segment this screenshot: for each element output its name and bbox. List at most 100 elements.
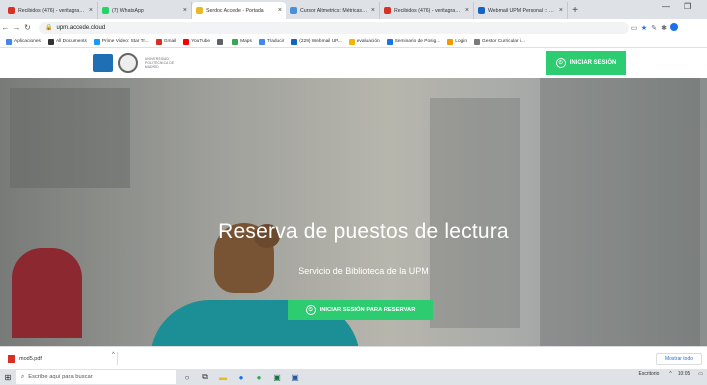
- bookmark-label: Maps: [240, 39, 252, 44]
- bookmark-item[interactable]: Gmail: [155, 38, 177, 45]
- forward-icon[interactable]: →: [11, 23, 22, 32]
- bookmark-label: Gestor Curricular i...: [482, 39, 525, 44]
- bookmark-label: evaluación: [356, 39, 380, 44]
- bookmark-label: Login: [455, 39, 468, 44]
- bookmark-item[interactable]: [217, 38, 225, 45]
- extension-icon[interactable]: ✎: [649, 24, 659, 32]
- clock-text[interactable]: 10:05: [678, 371, 691, 377]
- close-tab-icon[interactable]: ×: [183, 7, 187, 14]
- bookmark-icon: [217, 38, 224, 45]
- bookmark-item[interactable]: Traducir: [258, 38, 285, 45]
- bookmark-item[interactable]: Maps: [232, 38, 252, 45]
- bookmark-icon: [474, 38, 481, 45]
- university-name: UNIVERSIDAD POLITÉCNICA DE MADRID: [145, 57, 175, 69]
- bookmark-item[interactable]: Seminario de Posig...: [386, 38, 440, 45]
- chrome-icon[interactable]: ●: [252, 371, 266, 383]
- windows-start-icon[interactable]: ⊞: [0, 373, 16, 382]
- tab-favicon-icon: [8, 7, 15, 14]
- bookmark-label: YouTube: [191, 39, 211, 44]
- tab-favicon-icon: [196, 7, 203, 14]
- tab-title: Cursor Altmetrics: Métricas c...: [300, 7, 368, 14]
- bookmark-label: Aplicaciones: [14, 39, 41, 44]
- excel-icon[interactable]: ▣: [270, 371, 284, 383]
- star-icon[interactable]: ★: [639, 24, 649, 32]
- accede-logo[interactable]: [93, 54, 113, 72]
- bookmark-item[interactable]: All Documents: [47, 38, 87, 45]
- search-icon: ⌕: [21, 373, 25, 380]
- close-tab-icon[interactable]: ×: [559, 7, 563, 14]
- hero-banner: Reserva de puestos de lectura Servicio d…: [0, 78, 707, 346]
- tab-title: (7) WhatsApp: [112, 7, 144, 14]
- bookmark-item[interactable]: Gestor Curricular i...: [474, 38, 525, 45]
- new-tab-button[interactable]: +: [568, 2, 582, 19]
- download-file-name: mod5.pdf: [19, 355, 42, 362]
- download-item[interactable]: mod5.pdf ^: [8, 352, 118, 365]
- profile-icon[interactable]: [669, 22, 679, 33]
- browser-tab[interactable]: Recibidos (476) - veritagran... ×: [380, 2, 474, 19]
- reserve-login-button[interactable]: ⏻ INICIAR SESIÓN PARA RESERVAR: [288, 300, 433, 320]
- browser-tab[interactable]: (7) WhatsApp ×: [98, 2, 192, 19]
- bookmark-icon: [155, 38, 162, 45]
- bookmark-item[interactable]: Aplicaciones: [6, 38, 41, 45]
- hero-title: Reserva de puestos de lectura: [218, 220, 509, 243]
- cortana-icon[interactable]: ○: [180, 371, 194, 383]
- login-button[interactable]: ⏻ INICIAR SESIÓN: [546, 51, 626, 75]
- browser-tab[interactable]: Serdoc Accede - Portada ×: [192, 2, 286, 19]
- edge-icon[interactable]: ●: [234, 371, 248, 383]
- system-tray: Escritorio ^ 10:05 ▭: [639, 371, 703, 377]
- chevron-up-icon[interactable]: ^: [112, 352, 115, 358]
- windows-taskbar: ⊞ ⌕ Escribe aquí para buscar ○ ⧉ ▬ ● ● ▣…: [0, 369, 707, 385]
- bookmark-icon: [6, 38, 12, 45]
- bookmark-item[interactable]: YouTube: [183, 38, 211, 45]
- file-explorer-icon[interactable]: ▬: [216, 371, 230, 383]
- bookmark-label: Traducir: [266, 39, 285, 44]
- bookmark-item[interactable]: (229) Webmail UP...: [291, 38, 342, 45]
- bookmarks-bar: Aplicaciones All Documents Prime Video: St…: [0, 36, 707, 48]
- close-tab-icon[interactable]: ×: [278, 7, 282, 14]
- login-icon: ⏻: [555, 58, 566, 68]
- close-tab-icon[interactable]: ×: [89, 7, 93, 14]
- browser-tab[interactable]: Cursor Altmetrics: Métricas c... ×: [286, 2, 380, 19]
- tab-favicon-icon: [102, 7, 109, 14]
- tab-favicon-icon: [290, 7, 297, 14]
- bookmark-icon: [447, 38, 454, 45]
- reserve-button-label: INICIAR SESIÓN PARA RESERVAR: [319, 307, 416, 313]
- show-all-button[interactable]: Mostrar todo: [656, 353, 702, 365]
- url-text: upm.accede.cloud: [56, 24, 106, 31]
- bookmark-icon: [291, 38, 298, 45]
- bookmark-item[interactable]: Prime Video: Star Tr...: [93, 38, 149, 45]
- bookmark-icon: [47, 38, 54, 45]
- puzzle-icon[interactable]: ✱: [659, 24, 669, 32]
- minimize-icon[interactable]: —: [662, 2, 670, 11]
- tab-title: Webmail UPM Personal :: Re...: [488, 7, 556, 14]
- tray-chevron-icon[interactable]: ^: [669, 371, 671, 377]
- bookmark-item[interactable]: Login: [447, 38, 468, 45]
- bookmark-icon: [93, 38, 100, 45]
- browser-tab[interactable]: Recibidos (476) - veritagran... ×: [4, 2, 98, 19]
- cast-icon[interactable]: ▭: [629, 24, 639, 32]
- close-tab-icon[interactable]: ×: [371, 7, 375, 14]
- reload-icon[interactable]: ↻: [22, 23, 33, 32]
- address-bar-row: ← → ↻ 🔒 upm.accede.cloud ▭ ★ ✎ ✱: [0, 19, 707, 36]
- bookmark-item[interactable]: evaluación: [348, 38, 380, 45]
- upm-seal-logo: [118, 53, 138, 73]
- browser-tab-strip: Recibidos (476) - veritagran... × (7) What…: [0, 0, 707, 19]
- taskbar-search-input[interactable]: ⌕ Escribe aquí para buscar: [16, 370, 176, 384]
- bookmark-icon: [386, 38, 393, 45]
- taskbar-search-placeholder: Escribe aquí para buscar: [28, 374, 93, 380]
- back-icon[interactable]: ←: [0, 23, 11, 32]
- url-input[interactable]: 🔒 upm.accede.cloud: [39, 21, 629, 34]
- restore-icon[interactable]: ❐: [684, 2, 691, 11]
- bookmark-icon: [258, 38, 265, 45]
- bookmark-label: Gmail: [163, 39, 177, 44]
- bookmark-label: All Documents: [55, 39, 87, 44]
- download-bar: mod5.pdf ^ Mostrar todo: [0, 346, 707, 369]
- browser-tab[interactable]: Webmail UPM Personal :: Re... ×: [474, 2, 568, 19]
- close-tab-icon[interactable]: ×: [465, 7, 469, 14]
- word-icon[interactable]: ▣: [288, 371, 302, 383]
- tab-title: Recibidos (476) - veritagran...: [394, 7, 462, 14]
- task-view-icon[interactable]: ⧉: [198, 371, 212, 383]
- bookmark-label: (229) Webmail UP...: [299, 39, 342, 44]
- notification-icon[interactable]: ▭: [698, 371, 703, 377]
- tab-title: Serdoc Accede - Portada: [206, 7, 264, 14]
